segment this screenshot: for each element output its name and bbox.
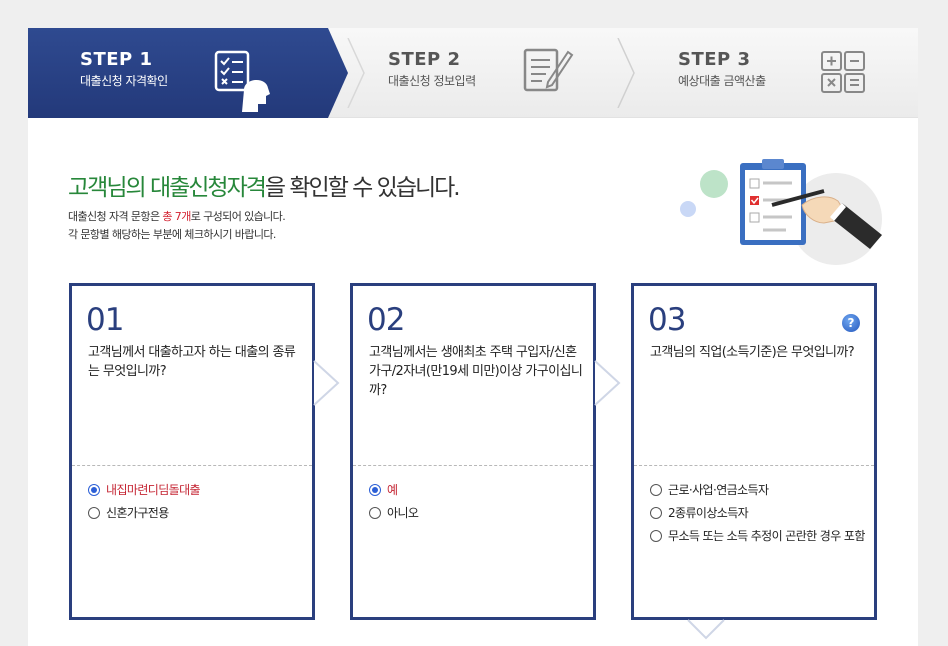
question-number: 02 bbox=[367, 302, 405, 338]
card-arrow-2 bbox=[594, 360, 621, 406]
description-line-2: 각 문항별 해당하는 부분에 체크하시기 바랍니다. bbox=[68, 228, 276, 241]
step-1: STEP 1 대출신청 자격확인 bbox=[80, 50, 168, 89]
question-card-2: 02 고객님께서는 생애최초 주택 구입자/신혼가구/2자녀(만19세 미만)이… bbox=[350, 283, 596, 620]
clipboard-hand-illustration bbox=[674, 153, 884, 273]
page-description: 대출신청 자격 문항은 총 7개로 구성되어 있습니다. 각 문항별 해당하는 … bbox=[68, 208, 286, 244]
question-card-1: 01 고객님께서 대출하고자 하는 대출의 종류는 무엇입니까? 내집마련디딤돌… bbox=[69, 283, 315, 620]
step-3-subtitle: 예상대출 금액산출 bbox=[678, 74, 766, 88]
option-radio[interactable]: 예 bbox=[369, 482, 589, 498]
step-3-title: STEP 3 bbox=[678, 49, 751, 70]
checklist-person-icon bbox=[214, 48, 276, 116]
step-1-subtitle: 대출신청 자격확인 bbox=[80, 74, 168, 88]
radio-selected-icon[interactable] bbox=[369, 484, 381, 496]
headline-rest: 을 확인할 수 있습니다. bbox=[264, 175, 461, 201]
option-radio[interactable]: 아니오 bbox=[369, 505, 589, 521]
divider bbox=[634, 465, 874, 466]
step-2: STEP 2 대출신청 정보입력 bbox=[388, 50, 476, 89]
divider bbox=[72, 465, 312, 466]
card-arrow-1 bbox=[313, 360, 340, 406]
option-radio[interactable]: 신혼가구전용 bbox=[88, 505, 308, 521]
page-headline: 고객님의 대출신청자격을 확인할 수 있습니다. bbox=[68, 168, 461, 202]
step-1-active-bg bbox=[28, 28, 348, 118]
option-radio[interactable]: 2종류이상소득자 bbox=[650, 505, 870, 521]
option-label: 예 bbox=[387, 483, 398, 497]
description-count: 총 7개 bbox=[162, 210, 191, 223]
step-bar: STEP 1 대출신청 자격확인 STEP 2 대출신청 정보입력 STEP 3… bbox=[28, 28, 918, 118]
radio-icon[interactable] bbox=[369, 507, 381, 519]
radio-selected-icon[interactable] bbox=[88, 484, 100, 496]
option-label: 아니오 bbox=[387, 506, 419, 520]
radio-icon[interactable] bbox=[88, 507, 100, 519]
step-2-subtitle: 대출신청 정보입력 bbox=[388, 74, 476, 88]
option-radio[interactable]: 무소득 또는 소득 추정이 곤란한 경우 포함 bbox=[650, 528, 870, 544]
option-label: 근로·사업·연금소득자 bbox=[668, 483, 769, 497]
option-label: 내집마련디딤돌대출 bbox=[106, 483, 201, 497]
calculator-icon bbox=[820, 50, 868, 98]
step-2-title: STEP 2 bbox=[388, 49, 461, 70]
options-list: 예 아니오 bbox=[369, 482, 589, 528]
step-chevron-1 bbox=[347, 38, 365, 108]
description-text-b: 로 구성되어 있습니다. bbox=[190, 210, 286, 223]
question-text: 고객님께서 대출하고자 하는 대출의 종류는 무엇입니까? bbox=[88, 345, 296, 379]
question-card-3: 03 ? 고객님의 직업(소득기준)은 무엇입니까? 근로·사업·연금소득자 2… bbox=[631, 283, 877, 620]
divider bbox=[353, 465, 593, 466]
question-text: 고객님의 직업(소득기준)은 무엇입니까? bbox=[650, 345, 855, 360]
option-label: 무소득 또는 소득 추정이 곤란한 경우 포함 bbox=[668, 529, 865, 543]
document-pencil-icon bbox=[522, 44, 576, 100]
radio-icon[interactable] bbox=[650, 530, 662, 542]
step-chevron-2 bbox=[617, 38, 635, 108]
step-3: STEP 3 예상대출 금액산출 bbox=[678, 50, 766, 89]
description-text-a: 대출신청 자격 문항은 bbox=[68, 210, 163, 223]
options-list: 내집마련디딤돌대출 신혼가구전용 bbox=[88, 482, 308, 528]
headline-highlight: 고객님의 대출신청자격 bbox=[68, 175, 267, 201]
option-label: 신혼가구전용 bbox=[106, 506, 169, 520]
option-label: 2종류이상소득자 bbox=[668, 506, 749, 520]
step-1-title: STEP 1 bbox=[80, 49, 153, 70]
description-line-1: 대출신청 자격 문항은 총 7개로 구성되어 있습니다. bbox=[68, 208, 286, 226]
page: STEP 1 대출신청 자격확인 STEP 2 대출신청 정보입력 STEP 3… bbox=[28, 28, 918, 646]
option-radio[interactable]: 근로·사업·연금소득자 bbox=[650, 482, 870, 498]
options-list: 근로·사업·연금소득자 2종류이상소득자 무소득 또는 소득 추정이 곤란한 경… bbox=[650, 482, 870, 551]
question-number: 03 bbox=[648, 302, 686, 338]
radio-icon[interactable] bbox=[650, 484, 662, 496]
radio-icon[interactable] bbox=[650, 507, 662, 519]
question-text: 고객님께서는 생애최초 주택 구입자/신혼가구/2자녀(만19세 미만)이상 가… bbox=[369, 345, 583, 398]
question-number: 01 bbox=[86, 302, 124, 338]
card-down-arrow bbox=[687, 619, 725, 640]
option-radio[interactable]: 내집마련디딤돌대출 bbox=[88, 482, 308, 498]
help-icon[interactable]: ? bbox=[842, 314, 860, 332]
